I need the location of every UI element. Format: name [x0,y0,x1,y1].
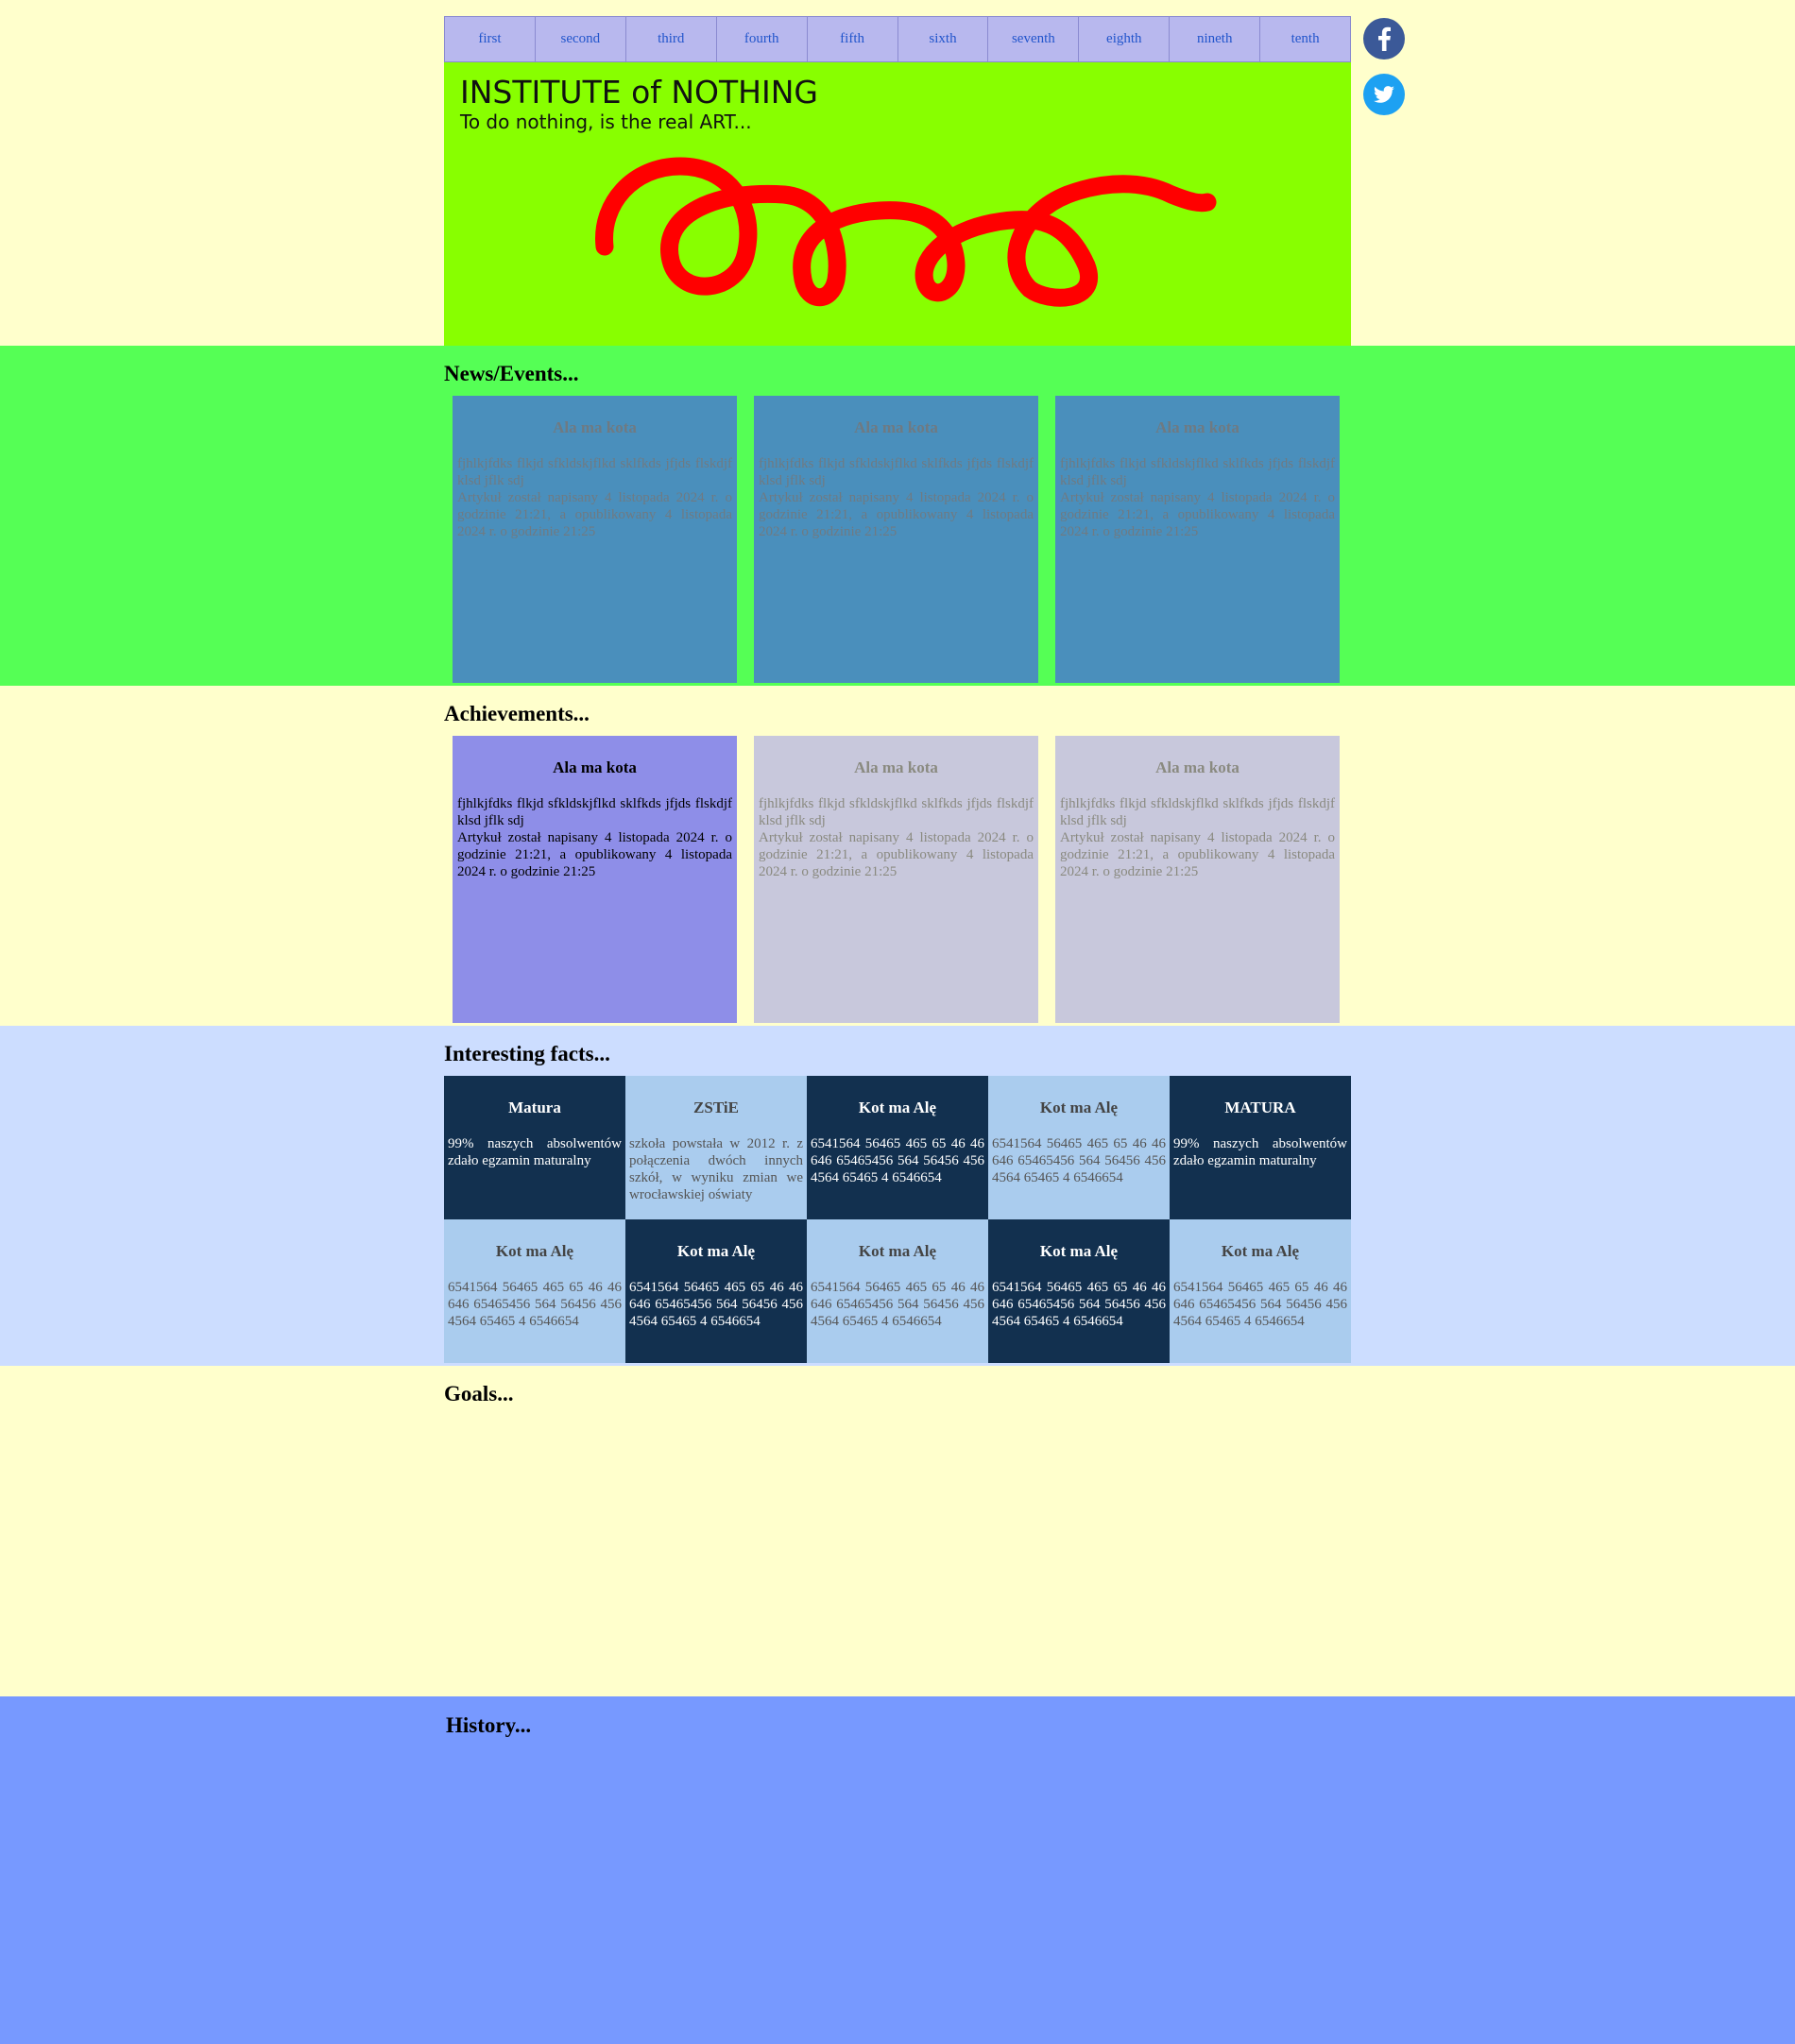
fact-title: Kot ma Alę [1039,1242,1119,1260]
goals-section: Goals... [0,1366,1795,1696]
card-body: fjhlkjfdks flkjd sfkldskjflkd sklfkds jf… [759,456,1034,488]
fact-tile[interactable]: Kot ma Alę 6541564 56465 465 65 46 46 64… [807,1219,988,1363]
twitter-glyph [1374,86,1394,103]
fact-title: Matura [508,1099,561,1116]
facebook-glyph [1378,26,1391,51]
fact-tile[interactable]: MATURA 99% naszych absolwentów zdało egz… [1170,1076,1351,1219]
fact-body: 6541564 56465 465 65 46 46 646 65465456 … [448,1280,622,1329]
fact-title: Kot ma Alę [858,1099,937,1116]
card-meta: Artykuł został napisany 4 listopada 2024… [759,830,1034,879]
fact-title: ZSTiE [693,1099,739,1116]
nav-item-sixth[interactable]: sixth [897,17,988,61]
card-body: fjhlkjfdks flkjd sfkldskjflkd sklfkds jf… [457,456,732,488]
fact-body: 99% naszych absolwentów zdało egzamin ma… [1173,1136,1347,1168]
fact-title: Kot ma Alę [676,1242,756,1260]
fact-body: 6541564 56465 465 65 46 46 646 65465456 … [992,1136,1166,1185]
card-body: fjhlkjfdks flkjd sfkldskjflkd sklfkds jf… [1060,796,1335,828]
fact-tile[interactable]: ZSTiE szkoła powstała w 2012 r. z połącz… [625,1076,807,1219]
achievement-card[interactable]: Ala ma kota fjhlkjfdks flkjd sfkldskjflk… [754,736,1038,1023]
nav-item-seventh[interactable]: seventh [987,17,1078,61]
history-section: History... [0,1696,1795,2044]
header-banner: INSTITUTE of NOTHING To do nothing, is t… [444,62,1351,346]
fact-body: 6541564 56465 465 65 46 46 646 65465456 … [1173,1280,1347,1329]
fact-tile[interactable]: Kot ma Alę 6541564 56465 465 65 46 46 64… [625,1219,807,1363]
card-meta: Artykuł został napisany 4 listopada 2024… [1060,490,1335,539]
card-title: Ala ma kota [1155,758,1239,776]
page-title: INSTITUTE of NOTHING [460,74,818,111]
card-body: fjhlkjfdks flkjd sfkldskjflkd sklfkds jf… [457,796,732,828]
card-title: Ala ma kota [854,758,938,776]
nav-item-eighth[interactable]: eighth [1078,17,1169,61]
top-nav: first second third fourth fifth sixth se… [444,16,1351,62]
fact-body: 99% naszych absolwentów zdało egzamin ma… [448,1136,622,1168]
twitter-icon[interactable] [1363,74,1405,115]
fact-tile[interactable]: Kot ma Alę 6541564 56465 465 65 46 46 64… [988,1076,1170,1219]
card-title: Ala ma kota [553,758,637,776]
fact-tile[interactable]: Kot ma Alę 6541564 56465 465 65 46 46 64… [444,1219,625,1363]
fact-body: 6541564 56465 465 65 46 46 646 65465456 … [629,1280,803,1329]
fact-title: Kot ma Alę [858,1242,937,1260]
fact-body: 6541564 56465 465 65 46 46 646 65465456 … [992,1280,1166,1329]
nav-item-third[interactable]: third [624,17,716,61]
card-title: Ala ma kota [854,418,938,436]
fact-body: 6541564 56465 465 65 46 46 646 65465456 … [811,1280,984,1329]
news-card[interactable]: Ala ma kota fjhlkjfdks flkjd sfkldskjflk… [453,396,737,683]
card-body: fjhlkjfdks flkjd sfkldskjflkd sklfkds jf… [1060,456,1335,488]
fact-title: Kot ma Alę [495,1242,574,1260]
achievement-card-active[interactable]: Ala ma kota fjhlkjfdks flkjd sfkldskjflk… [453,736,737,1023]
nav-item-first[interactable]: first [445,17,535,61]
facts-grid: Matura 99% naszych absolwentów zdało egz… [444,1076,1351,1363]
fact-title: Kot ma Alę [1039,1099,1119,1116]
fact-tile[interactable]: Kot ma Alę 6541564 56465 465 65 46 46 64… [807,1076,988,1219]
nav-item-fourth[interactable]: fourth [715,17,807,61]
fact-body: 6541564 56465 465 65 46 46 646 65465456 … [811,1136,984,1185]
achievements-section: Achievements... Ala ma kota fjhlkjfdks f… [0,686,1795,1026]
page-subtitle: To do nothing, is the real ART... [460,111,752,133]
history-heading: History... [446,1713,532,1737]
fact-title: Kot ma Alę [1221,1242,1300,1260]
news-section: News/Events... Ala ma kota fjhlkjfdks fl… [0,346,1795,686]
fact-title: MATURA [1224,1099,1296,1116]
facts-section: Interesting facts... Matura 99% naszych … [0,1026,1795,1366]
card-meta: Artykuł został napisany 4 listopada 2024… [457,490,732,539]
news-heading: News/Events... [444,362,579,385]
facts-heading: Interesting facts... [444,1042,610,1065]
nav-item-second[interactable]: second [534,17,625,61]
news-card[interactable]: Ala ma kota fjhlkjfdks flkjd sfkldskjflk… [1055,396,1340,683]
fact-tile[interactable]: Kot ma Alę 6541564 56465 465 65 46 46 64… [988,1219,1170,1363]
fact-tile[interactable]: Kot ma Alę 6541564 56465 465 65 46 46 64… [1170,1219,1351,1363]
card-meta: Artykuł został napisany 4 listopada 2024… [1060,830,1335,879]
card-body: fjhlkjfdks flkjd sfkldskjflkd sklfkds jf… [759,796,1034,828]
nav-item-tenth[interactable]: tenth [1259,17,1350,61]
achievements-heading: Achievements... [444,702,590,725]
fact-tile[interactable]: Matura 99% naszych absolwentów zdało egz… [444,1076,625,1219]
goals-heading: Goals... [444,1382,514,1405]
card-meta: Artykuł został napisany 4 listopada 2024… [759,490,1034,539]
nav-item-fifth[interactable]: fifth [806,17,898,61]
news-card[interactable]: Ala ma kota fjhlkjfdks flkjd sfkldskjflk… [754,396,1038,683]
card-meta: Artykuł został napisany 4 listopada 2024… [457,830,732,879]
card-title: Ala ma kota [553,418,637,436]
fact-body: szkoła powstała w 2012 r. z połączenia d… [629,1136,803,1202]
facebook-icon[interactable] [1363,18,1405,60]
nav-item-nineth[interactable]: nineth [1169,17,1259,61]
achievement-card[interactable]: Ala ma kota fjhlkjfdks flkjd sfkldskjflk… [1055,736,1340,1023]
card-title: Ala ma kota [1155,418,1239,436]
